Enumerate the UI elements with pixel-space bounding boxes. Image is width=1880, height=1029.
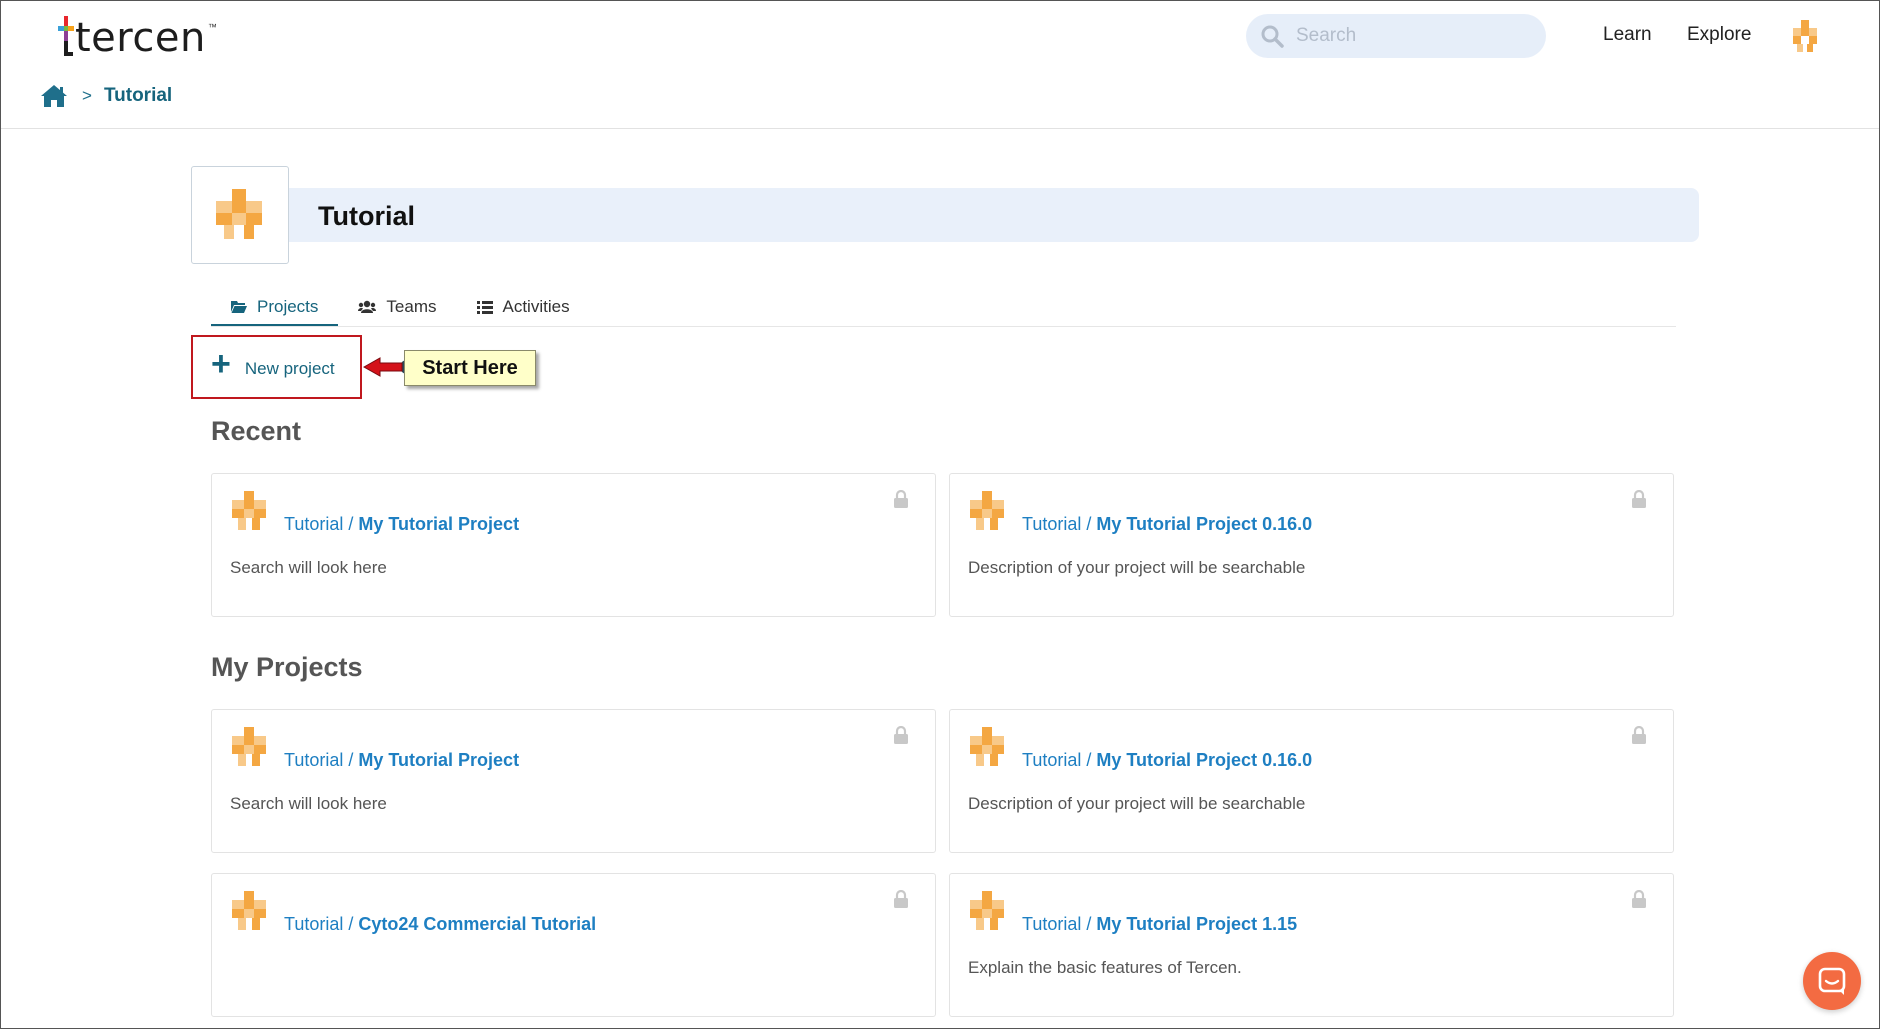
project-card[interactable]: Tutorial / My Tutorial Project Search wi… [211, 709, 936, 853]
project-card[interactable]: Tutorial / Cyto24 Commercial Tutorial [211, 873, 936, 1017]
lock-icon [894, 890, 908, 908]
title-separator: / [1081, 914, 1097, 934]
title-separator: / [343, 914, 359, 934]
tab-label: Projects [257, 297, 319, 316]
lock-icon [1632, 490, 1646, 508]
folder-open-icon [231, 301, 247, 313]
page-title: Tutorial [318, 201, 415, 231]
project-avatar-icon [970, 727, 1004, 766]
tab-projects[interactable]: Projects [211, 290, 339, 327]
project-avatar-icon [232, 491, 266, 530]
lock-icon [1632, 890, 1646, 908]
section-title-my-projects: My Projects [211, 652, 363, 682]
team-avatar [191, 166, 289, 264]
project-title[interactable]: Tutorial / Cyto24 Commercial Tutorial [284, 914, 596, 935]
project-title[interactable]: Tutorial / My Tutorial Project 1.15 [1022, 914, 1297, 935]
search-icon [1261, 25, 1284, 48]
project-avatar-icon [970, 891, 1004, 930]
chat-icon [1818, 967, 1846, 995]
project-title[interactable]: Tutorial / My Tutorial Project 0.16.0 [1022, 514, 1312, 535]
project-description: Description of your project will be sear… [968, 558, 1306, 577]
project-card[interactable]: Tutorial / My Tutorial Project 1.15 Expl… [949, 873, 1674, 1017]
project-card[interactable]: Tutorial / My Tutorial Project 0.16.0 De… [949, 473, 1674, 617]
header-divider [0, 128, 1880, 129]
title-separator: / [343, 514, 359, 534]
start-here-callout: Start Here [404, 350, 536, 386]
project-owner: Tutorial [1022, 750, 1082, 770]
project-name: My Tutorial Project 0.16.0 [1096, 750, 1313, 770]
lock-icon [1632, 726, 1646, 744]
project-title[interactable]: Tutorial / My Tutorial Project [284, 750, 519, 771]
project-owner: Tutorial [284, 750, 344, 770]
project-owner: Tutorial [1022, 514, 1082, 534]
team-avatar-icon [216, 189, 262, 239]
logo-text: tercen [75, 15, 206, 61]
title-separator: / [343, 750, 359, 770]
tab-activities[interactable]: Activities [457, 290, 590, 324]
tab-teams[interactable]: Teams [338, 290, 456, 324]
project-name: My Tutorial Project 0.16.0 [1096, 514, 1313, 534]
project-avatar-icon [232, 891, 266, 930]
breadcrumb: > Tutorial [40, 84, 172, 108]
project-owner: Tutorial [284, 914, 344, 934]
project-name: Cyto24 Commercial Tutorial [358, 914, 597, 934]
chat-launcher-button[interactable] [1803, 952, 1861, 1010]
user-avatar[interactable] [1791, 20, 1821, 52]
lock-icon [894, 490, 908, 508]
tab-label: Activities [502, 297, 570, 316]
project-description: Description of your project will be sear… [968, 794, 1306, 813]
new-project-label: New project [244, 359, 335, 378]
project-name: My Tutorial Project [358, 750, 520, 770]
breadcrumb-current[interactable]: Tutorial [104, 85, 172, 107]
project-card[interactable]: Tutorial / My Tutorial Project 0.16.0 De… [949, 709, 1674, 853]
project-owner: Tutorial [1022, 914, 1082, 934]
project-title[interactable]: Tutorial / My Tutorial Project 0.16.0 [1022, 750, 1312, 771]
team-title-bar: Tutorial [288, 188, 1699, 242]
logo-mark-icon [58, 16, 74, 58]
project-avatar-icon [232, 727, 266, 766]
title-separator: / [1081, 750, 1097, 770]
nav-explore[interactable]: Explore [1687, 24, 1751, 46]
home-icon[interactable] [40, 84, 68, 108]
tab-label: Teams [386, 297, 437, 316]
project-avatar-icon [970, 491, 1004, 530]
section-title-recent: Recent [211, 416, 302, 446]
nav-learn[interactable]: Learn [1603, 24, 1652, 46]
project-card[interactable]: Tutorial / My Tutorial Project Search wi… [211, 473, 936, 617]
project-owner: Tutorial [284, 514, 344, 534]
lock-icon [894, 726, 908, 744]
tabs-divider [211, 326, 1676, 327]
project-description: Explain the basic features of Tercen. [968, 958, 1242, 977]
project-name: My Tutorial Project [358, 514, 520, 534]
project-title[interactable]: Tutorial / My Tutorial Project [284, 514, 519, 535]
trademark: ™ [207, 22, 217, 32]
plus-icon: + [211, 345, 231, 383]
project-description: Search will look here [230, 558, 387, 577]
title-separator: / [1081, 514, 1097, 534]
search-box[interactable] [1246, 14, 1546, 58]
users-icon [358, 300, 377, 313]
callout-arrow-icon [362, 357, 410, 377]
breadcrumb-separator: > [82, 86, 92, 105]
search-input[interactable] [1294, 24, 1528, 48]
tab-bar: Projects Teams Activities [211, 290, 590, 327]
project-name: My Tutorial Project 1.15 [1096, 914, 1298, 934]
project-description: Search will look here [230, 794, 387, 813]
list-icon [476, 300, 493, 314]
new-project-button[interactable]: + New project [191, 335, 362, 399]
tercen-logo[interactable]: tercen ™ [58, 12, 217, 58]
